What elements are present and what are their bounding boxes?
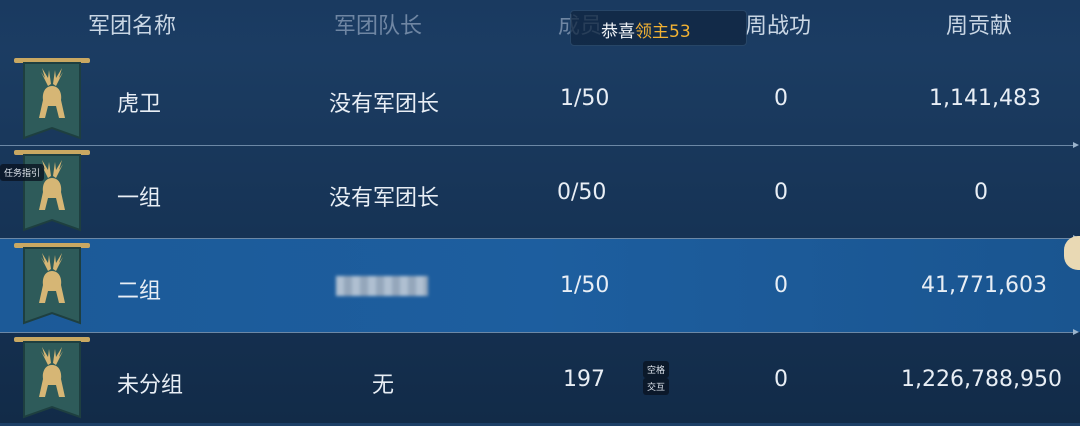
row-name: 虎卫 <box>117 92 162 117</box>
row-weekly-contrib: 0 <box>974 180 988 205</box>
table-row[interactable]: 一组 没有军团长 0/50 0 0 <box>0 146 1080 239</box>
row-leader: 没有军团长 <box>329 186 440 211</box>
redacted-leader-name <box>336 276 428 296</box>
row-weekly-merit: 0 <box>774 86 788 111</box>
header-weekly-merit: 周战功 <box>745 14 812 39</box>
row-name: 二组 <box>117 279 162 304</box>
table-row[interactable]: 虎卫 没有军团长 1/50 0 1,141,483 <box>0 52 1080 145</box>
table-header: 军团名称 军团队长 成员 周战功 周贡献 恭喜领主53 <box>0 0 1080 50</box>
row-members: 197 <box>563 367 605 392</box>
toast-text: 恭喜领主53 <box>601 22 691 42</box>
deer-banner-icon <box>14 150 90 232</box>
row-weekly-merit: 0 <box>774 273 788 298</box>
table-row-selected[interactable]: 二组 1/50 0 41,771,603 <box>0 239 1080 332</box>
row-name: 一组 <box>117 186 162 211</box>
row-weekly-contrib: 1,226,788,950 <box>901 367 1062 392</box>
row-leader: 无 <box>372 373 395 398</box>
header-name: 军团名称 <box>88 14 177 39</box>
interact-tag[interactable]: 交互 <box>643 378 670 395</box>
deer-banner-icon <box>14 243 90 325</box>
row-leader: 没有军团长 <box>329 92 440 117</box>
row-weekly-merit: 0 <box>774 180 788 205</box>
congrats-toast: 恭喜领主53 <box>570 10 747 46</box>
row-members: 0/50 <box>557 180 607 205</box>
row-members: 1/50 <box>560 273 610 298</box>
table-row[interactable]: 未分组 无 197 0 1,226,788,950 <box>0 333 1080 426</box>
row-members: 1/50 <box>560 86 610 111</box>
task-guide-tag[interactable]: 任务指引 <box>0 164 45 181</box>
header-weekly-contrib: 周贡献 <box>946 14 1013 39</box>
deer-banner-icon <box>14 337 90 419</box>
row-weekly-contrib: 41,771,603 <box>921 273 1047 298</box>
row-name: 未分组 <box>117 373 184 398</box>
row-weekly-merit: 0 <box>774 367 788 392</box>
row-weekly-contrib: 1,141,483 <box>929 86 1041 111</box>
header-leader: 军团队长 <box>334 14 423 39</box>
space-key-tag[interactable]: 空格 <box>643 361 670 378</box>
deer-banner-icon <box>14 58 90 140</box>
side-chat-bubble[interactable] <box>1064 236 1080 270</box>
